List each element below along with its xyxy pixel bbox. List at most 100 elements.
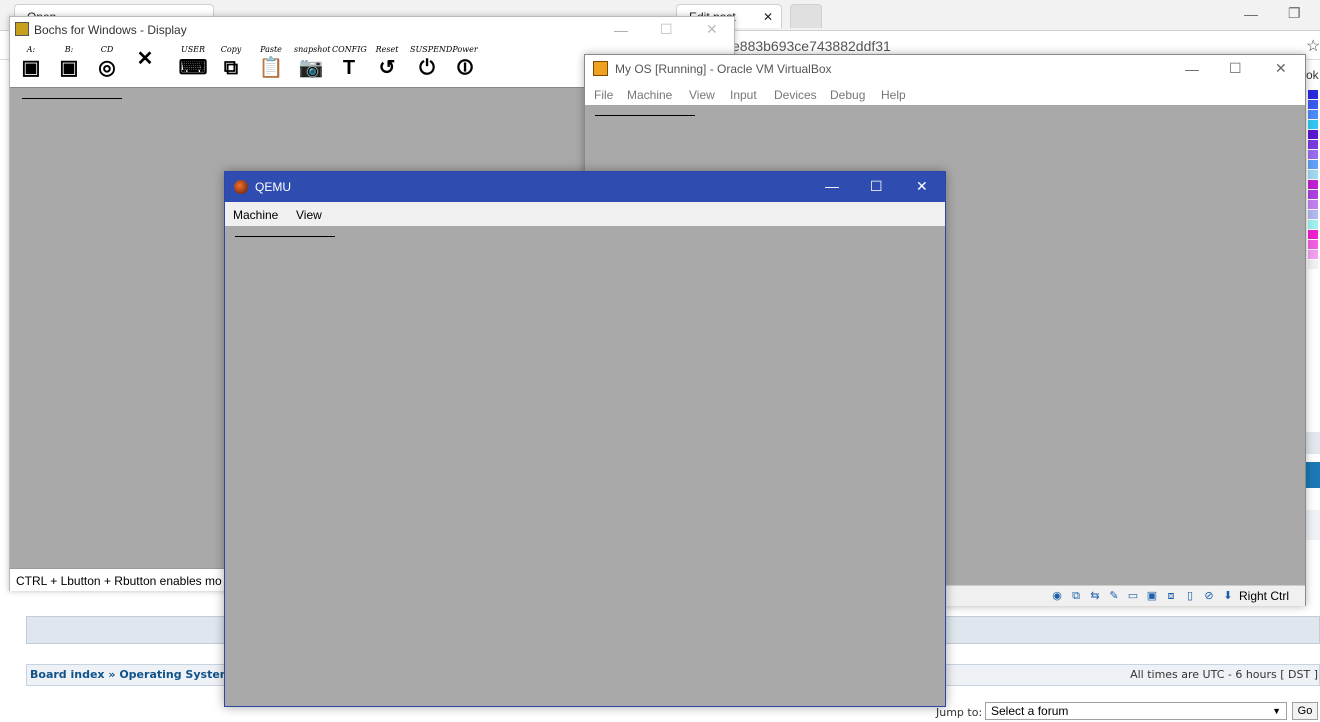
vbox-menu-machine[interactable]: Machine — [627, 88, 672, 102]
usb-icon[interactable]: ⧉ — [1069, 589, 1083, 603]
palette-swatch[interactable] — [1308, 90, 1318, 99]
vbox-menu-devices[interactable]: Devices — [774, 88, 817, 102]
display-icon[interactable]: ▣ — [1145, 589, 1159, 603]
forum-strip-light — [1306, 510, 1320, 540]
qemu-maximize-icon[interactable]: ☐ — [870, 178, 883, 195]
bochs-title: Bochs for Windows - Display — [34, 23, 187, 37]
bochs-floppy-b-button[interactable]: B: ▣ — [52, 45, 86, 85]
pencil-icon[interactable]: ✎ — [1107, 589, 1121, 603]
qemu-display[interactable] — [225, 226, 945, 706]
palette-swatch[interactable] — [1308, 140, 1318, 149]
bookmark-star-icon[interactable]: ☆ — [1306, 36, 1320, 56]
qemu-titlebar[interactable]: QEMU — ☐ ✕ — [225, 172, 945, 202]
jump-label: Jump to: — [936, 706, 983, 719]
vbox-menu-debug[interactable]: Debug — [830, 88, 865, 102]
bochs-power-button[interactable]: Power ⏼ — [448, 45, 482, 85]
bochs-close-icon[interactable]: ✕ — [706, 21, 718, 38]
qemu-menu-machine[interactable]: Machine — [233, 208, 278, 222]
bochs-copy-button[interactable]: Copy ⧉ — [214, 45, 248, 85]
suspend-icon: ⏻ — [419, 57, 435, 79]
network-icon[interactable]: ⇆ — [1088, 589, 1102, 603]
bochs-user-label: USER — [180, 45, 206, 54]
palette-swatch[interactable] — [1308, 260, 1318, 269]
bochs-floppy-a-button[interactable]: A: ▣ — [14, 45, 48, 85]
bochs-app-icon — [15, 22, 29, 36]
config-icon: T — [342, 57, 356, 79]
snapshot-icon: 📷 — [298, 57, 324, 79]
optical-drive-icon[interactable]: ◉ — [1050, 589, 1064, 603]
timezone-note: All times are UTC - 6 hours [ DST ] — [1130, 668, 1318, 681]
palette-swatch[interactable] — [1308, 210, 1318, 219]
palette-swatch[interactable] — [1308, 240, 1318, 249]
forum-strip-grey — [1306, 432, 1320, 454]
bochs-titlebar[interactable]: Bochs for Windows - Display — ☐ ✕ — [10, 17, 734, 43]
breadcrumb-separator: » — [108, 668, 116, 681]
palette-swatch[interactable] — [1308, 180, 1318, 189]
vbox-menu-input[interactable]: Input — [730, 88, 757, 102]
virtualbox-title: My OS [Running] - Oracle VM VirtualBox — [615, 62, 832, 76]
keyboard-capture-icon[interactable]: ⬇ — [1221, 589, 1235, 603]
browser-restore-icon[interactable]: ❐ — [1288, 5, 1301, 22]
palette-swatch[interactable] — [1308, 170, 1318, 179]
recording-icon[interactable]: ⧈ — [1164, 589, 1178, 603]
floppy-a-icon: ▣ — [21, 57, 41, 79]
qemu-close-icon[interactable]: ✕ — [916, 178, 928, 195]
vbox-maximize-icon[interactable]: ☐ — [1229, 60, 1242, 77]
host-key-label: Right Ctrl — [1239, 589, 1290, 603]
vbox-minimize-icon[interactable]: — — [1185, 61, 1199, 77]
palette-swatch[interactable] — [1308, 150, 1318, 159]
qemu-minimize-icon[interactable]: — — [825, 178, 839, 194]
copy-icon: ⧉ — [223, 57, 239, 79]
palette-swatch[interactable] — [1308, 220, 1318, 229]
forum-select[interactable]: Select a forum ▼ — [985, 702, 1287, 720]
palette-swatch[interactable] — [1308, 200, 1318, 209]
mouse-integration-icon[interactable]: ⊘ — [1202, 589, 1216, 603]
bochs-minimize-icon[interactable]: — — [614, 22, 628, 38]
bochs-paste-button[interactable]: Paste 📋 — [254, 45, 288, 85]
bochs-suspend-label: SUSPEND — [410, 45, 453, 54]
bochs-floppy-a-label: A: — [26, 45, 36, 54]
url-text[interactable]: e883b693ce743882ddf31 — [732, 38, 891, 54]
qemu-menu-view[interactable]: View — [296, 208, 322, 222]
bochs-user-button[interactable]: USER ⌨ — [176, 45, 210, 85]
new-tab-button[interactable] — [790, 4, 822, 28]
mouse-icon: ✕ — [136, 48, 154, 70]
palette-swatch[interactable] — [1308, 190, 1318, 199]
bochs-floppy-b-label: B: — [64, 45, 74, 54]
virtualbox-app-icon — [593, 61, 608, 76]
palette-swatch[interactable] — [1308, 100, 1318, 109]
go-button[interactable]: Go — [1292, 702, 1318, 720]
bochs-mouse-button[interactable]: ✕ — [128, 45, 162, 85]
cdrom-icon: ◎ — [98, 57, 116, 79]
browser-minimize-icon[interactable]: — — [1244, 6, 1258, 22]
vbox-menu-file[interactable]: File — [594, 88, 613, 102]
paste-icon: 📋 — [258, 57, 284, 79]
palette-swatch[interactable] — [1308, 160, 1318, 169]
palette-swatch[interactable] — [1308, 120, 1318, 129]
power-icon: ⏼ — [457, 57, 473, 79]
user-icon: ⌨ — [178, 57, 208, 79]
board-index-link[interactable]: Board index — [30, 668, 105, 681]
reset-icon: ↺ — [378, 57, 396, 79]
bochs-reset-button[interactable]: Reset ↺ — [370, 45, 404, 85]
forum-select-value: Select a forum — [991, 704, 1069, 718]
forum-strip-blue — [1306, 462, 1320, 488]
bochs-suspend-button[interactable]: SUSPEND ⏻ — [410, 45, 453, 85]
palette-swatch[interactable] — [1308, 130, 1318, 139]
bochs-reset-label: Reset — [375, 45, 399, 54]
bochs-cdrom-button[interactable]: CD ◎ — [90, 45, 124, 85]
vbox-menu-view[interactable]: View — [689, 88, 715, 102]
palette-swatch[interactable] — [1308, 230, 1318, 239]
bochs-snapshot-button[interactable]: snapshot 📷 — [294, 45, 330, 85]
vbox-close-icon[interactable]: ✕ — [1275, 60, 1287, 77]
bochs-maximize-icon[interactable]: ☐ — [660, 21, 673, 38]
close-tab-icon[interactable]: ✕ — [763, 5, 773, 29]
vbox-menu-help[interactable]: Help — [881, 88, 906, 102]
cpu-icon[interactable]: ▯ — [1183, 589, 1197, 603]
qemu-title: QEMU — [255, 180, 291, 194]
text-cursor — [595, 115, 695, 116]
palette-swatch[interactable] — [1308, 250, 1318, 259]
palette-swatch[interactable] — [1308, 110, 1318, 119]
bochs-config-button[interactable]: CONFIG T — [332, 45, 367, 85]
shared-folder-icon[interactable]: ▭ — [1126, 589, 1140, 603]
